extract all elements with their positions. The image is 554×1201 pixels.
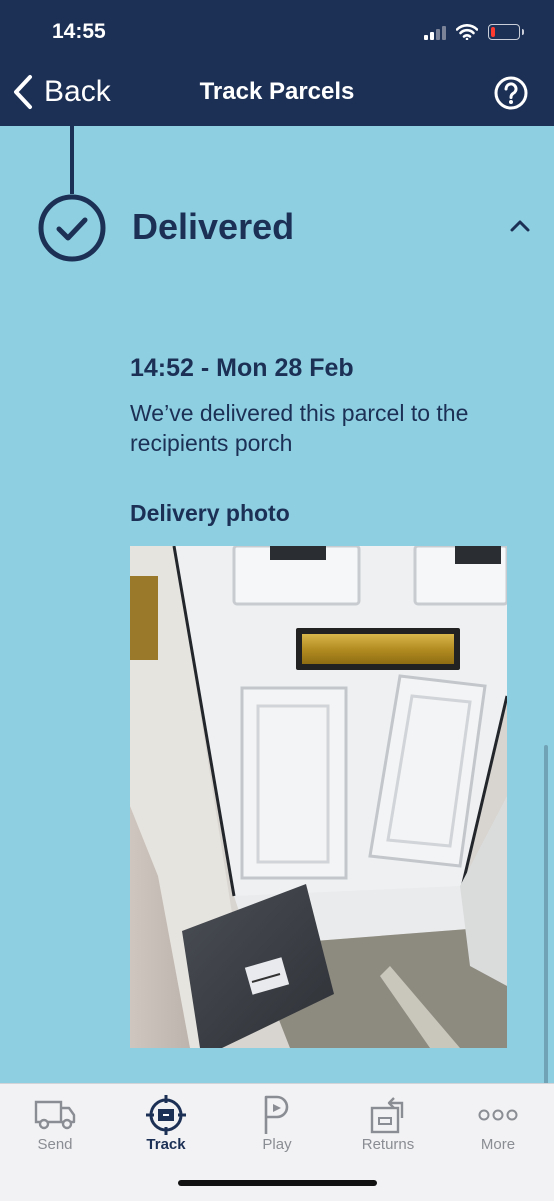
- tab-play[interactable]: Play: [222, 1084, 332, 1164]
- delivery-status-title: Delivered: [132, 206, 295, 247]
- track-target-icon: [111, 1094, 221, 1136]
- tab-track[interactable]: Track: [111, 1084, 221, 1164]
- tab-more[interactable]: More: [443, 1084, 553, 1164]
- battery-level: [491, 27, 495, 37]
- battery-icon: [488, 24, 524, 40]
- tab-label: Play: [262, 1136, 292, 1153]
- timeline-line: [70, 126, 74, 194]
- event-description: We’ve delivered this parcel to the recip…: [130, 400, 469, 456]
- check-circle-icon: [38, 194, 106, 267]
- van-icon: [0, 1094, 110, 1136]
- tab-send[interactable]: Send: [0, 1084, 110, 1164]
- home-indicator: [178, 1180, 377, 1186]
- tab-label: Returns: [361, 1136, 415, 1153]
- page-title: Track Parcels: [199, 78, 355, 105]
- signal-icon: [424, 24, 446, 40]
- chevron-up-icon: [510, 220, 530, 232]
- help-button[interactable]: [494, 76, 528, 115]
- more-dots-icon: [443, 1094, 553, 1136]
- help-icon: [494, 76, 528, 110]
- event-time: 14:52 - Mon 28 Feb: [130, 354, 354, 382]
- status-time: 14:55: [52, 20, 106, 43]
- play-p-icon: [222, 1094, 332, 1136]
- delivery-photo[interactable]: [130, 546, 507, 1048]
- collapse-button[interactable]: [506, 216, 534, 241]
- returns-icon: [333, 1094, 443, 1136]
- tab-label: More: [480, 1136, 516, 1153]
- delivery-photo-heading: Delivery photo: [130, 500, 290, 526]
- app-header: 14:55 Back Track Parcels: [0, 0, 554, 126]
- tab-returns[interactable]: Returns: [333, 1084, 443, 1164]
- status-icons: [424, 20, 524, 44]
- wifi-icon: [456, 24, 478, 40]
- scroll-indicator[interactable]: [544, 745, 548, 1085]
- tab-label: Send: [37, 1136, 73, 1153]
- tab-label: Track: [146, 1136, 186, 1153]
